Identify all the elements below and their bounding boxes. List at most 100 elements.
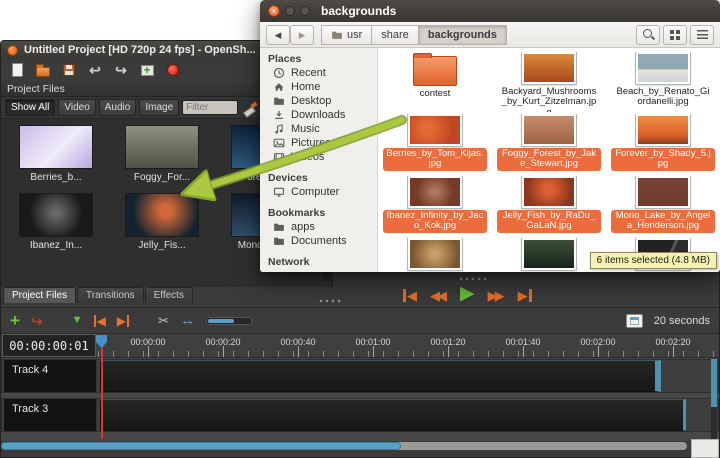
maximize-button[interactable] <box>300 6 310 16</box>
timeline-horizontal-scrollbar[interactable] <box>1 441 719 451</box>
razor-icon[interactable] <box>158 314 169 327</box>
folder-thumbnail <box>413 56 457 86</box>
tab-transitions[interactable]: Transitions <box>77 287 144 303</box>
breadcrumb-share[interactable]: share <box>371 25 419 45</box>
file-item[interactable]: Beach_by_Renato_Giordanelli.jpg <box>606 52 720 112</box>
sidebar-item-desktop[interactable]: Desktop <box>260 94 377 108</box>
splitter-handle[interactable] <box>319 299 341 304</box>
timeline-clip[interactable] <box>100 399 686 431</box>
file-item[interactable]: Jelly_Fish_by_RaDu_GaLaN.jpg <box>492 176 606 236</box>
breadcrumb-usr[interactable]: usr <box>321 25 372 45</box>
folder-icon <box>273 221 285 233</box>
next-marker-icon[interactable] <box>117 315 129 327</box>
filter-show-all-button[interactable]: Show All <box>5 99 55 116</box>
tab-effects[interactable]: Effects <box>145 287 193 303</box>
timeline-vertical-scrollbar[interactable] <box>711 359 717 439</box>
timeline-clip[interactable] <box>100 360 661 392</box>
close-button[interactable] <box>268 5 280 17</box>
filter-image-button[interactable]: Image <box>139 99 179 116</box>
videos-icon <box>273 151 285 163</box>
sidebar-item-label: Downloads <box>291 109 345 121</box>
project-file-item[interactable]: Foggy_For... <box>109 125 215 183</box>
zoom-icon[interactable] <box>626 314 643 328</box>
save-project-icon[interactable] <box>61 62 77 78</box>
filemanager-titlebar[interactable]: backgrounds <box>260 0 720 22</box>
splitter-handle[interactable] <box>459 277 487 282</box>
filter-video-button[interactable]: Video <box>58 99 95 116</box>
forward-button[interactable] <box>290 25 314 45</box>
sidebar-item-downloads[interactable]: Downloads <box>260 108 377 122</box>
jump-to-start-icon[interactable] <box>403 289 417 302</box>
import-files-icon[interactable] <box>139 62 155 78</box>
file-item[interactable]: contest <box>378 52 492 112</box>
breadcrumb-backgrounds[interactable]: backgrounds <box>418 25 507 45</box>
track-label[interactable]: Track 4 <box>4 360 97 392</box>
filter-audio-button[interactable]: Audio <box>99 99 137 116</box>
undo-icon[interactable] <box>87 62 103 78</box>
sidebar-item-home[interactable]: Home <box>260 80 377 94</box>
window-resize-corner[interactable] <box>691 439 719 458</box>
brush-icon[interactable] <box>243 101 258 115</box>
fast-forward-icon[interactable] <box>488 289 505 302</box>
previous-marker-icon[interactable] <box>94 315 106 327</box>
file-item[interactable]: Ibanez_Infinity_by_Jaco_Kok.jpg <box>378 176 492 236</box>
timeline-ruler[interactable]: 00:00:00 00:00:20 00:00:40 00:01:00 00:0… <box>1 333 719 358</box>
sidebar-item-documents[interactable]: Documents <box>260 234 377 248</box>
file-item[interactable]: Partitura_by_ <box>378 238 492 272</box>
sidebar-item-computer[interactable]: Computer <box>260 185 377 199</box>
grid-view-button[interactable] <box>663 25 687 45</box>
file-item[interactable]: Backyard_Mushrooms_by_Kurt_Zitzelman.jpg <box>492 52 606 112</box>
file-name: Foggy_Forest_by_Jake_Stewart.jpg <box>497 148 601 171</box>
file-name: Jelly_Fish_by_RaDu_GaLaN.jpg <box>497 210 601 233</box>
project-file-name: Foggy_For... <box>134 172 190 183</box>
new-project-icon[interactable] <box>9 62 25 78</box>
list-view-button[interactable] <box>690 25 714 45</box>
project-file-item[interactable]: Jelly_Fis... <box>109 193 215 251</box>
sidebar-item-videos[interactable]: Videos <box>260 150 377 164</box>
scrollbar-track[interactable] <box>1 442 687 450</box>
playhead-line[interactable] <box>101 343 103 439</box>
resize-icon[interactable] <box>180 313 195 328</box>
sidebar-item-label: Desktop <box>291 95 331 107</box>
file-thumbnail <box>636 114 690 146</box>
timeline-mini-slider[interactable] <box>206 317 252 325</box>
play-icon[interactable] <box>460 284 475 303</box>
sidebar-item-apps[interactable]: apps <box>260 220 377 234</box>
file-name: Forever_by_Shady_5.jpg <box>611 148 715 171</box>
project-file-item[interactable]: Berries_b... <box>3 125 109 183</box>
add-marker-icon[interactable] <box>72 315 83 326</box>
breadcrumb-label: share <box>381 29 409 41</box>
snap-icon[interactable] <box>31 314 43 328</box>
project-file-name: Berries_b... <box>30 172 81 183</box>
redo-icon[interactable] <box>113 62 129 78</box>
file-grid: contest Backyard_Mushrooms_by_Kurt_Zitze… <box>378 48 720 272</box>
minimize-button[interactable] <box>285 6 295 16</box>
file-item[interactable]: Berries_by_Tom_Kijas.jpg <box>378 114 492 174</box>
filemanager-content: contest Backyard_Mushrooms_by_Kurt_Zitze… <box>378 48 720 272</box>
add-track-icon[interactable] <box>10 312 20 329</box>
filemanager-window-title: backgrounds <box>321 4 396 18</box>
sidebar-item-pictures[interactable]: Pictures <box>260 136 377 150</box>
file-thumbnail <box>408 114 462 146</box>
ruler-ticks <box>98 351 719 357</box>
back-button[interactable] <box>266 25 290 45</box>
file-item[interactable]: Forever_by_Shady_5.jpg <box>606 114 720 174</box>
tab-project-files[interactable]: Project Files <box>3 287 76 303</box>
search-button[interactable] <box>636 25 660 45</box>
jump-to-end-icon[interactable] <box>518 289 532 302</box>
sidebar-item-label: Recent <box>291 67 326 79</box>
filter-input[interactable] <box>182 100 238 115</box>
project-file-item[interactable]: Ibanez_In... <box>3 193 109 251</box>
track-label[interactable]: Track 3 <box>4 399 97 431</box>
file-item[interactable]: Mono_Lake_by_Angela_Henderson.jpg <box>606 176 720 236</box>
export-video-icon[interactable] <box>165 62 181 78</box>
file-item[interactable]: Foggy_Forest_by_Jake_Stewart.jpg <box>492 114 606 174</box>
sidebar-item-music[interactable]: Music <box>260 122 377 136</box>
sidebar-item-recent[interactable]: Recent <box>260 66 377 80</box>
file-thumbnail <box>522 176 576 208</box>
scrollbar-handle[interactable] <box>1 442 401 450</box>
open-project-icon[interactable] <box>35 62 51 78</box>
rewind-icon[interactable] <box>430 289 447 302</box>
timecode-display: 00:00:00:01 <box>2 334 96 357</box>
folder-icon <box>331 29 343 41</box>
